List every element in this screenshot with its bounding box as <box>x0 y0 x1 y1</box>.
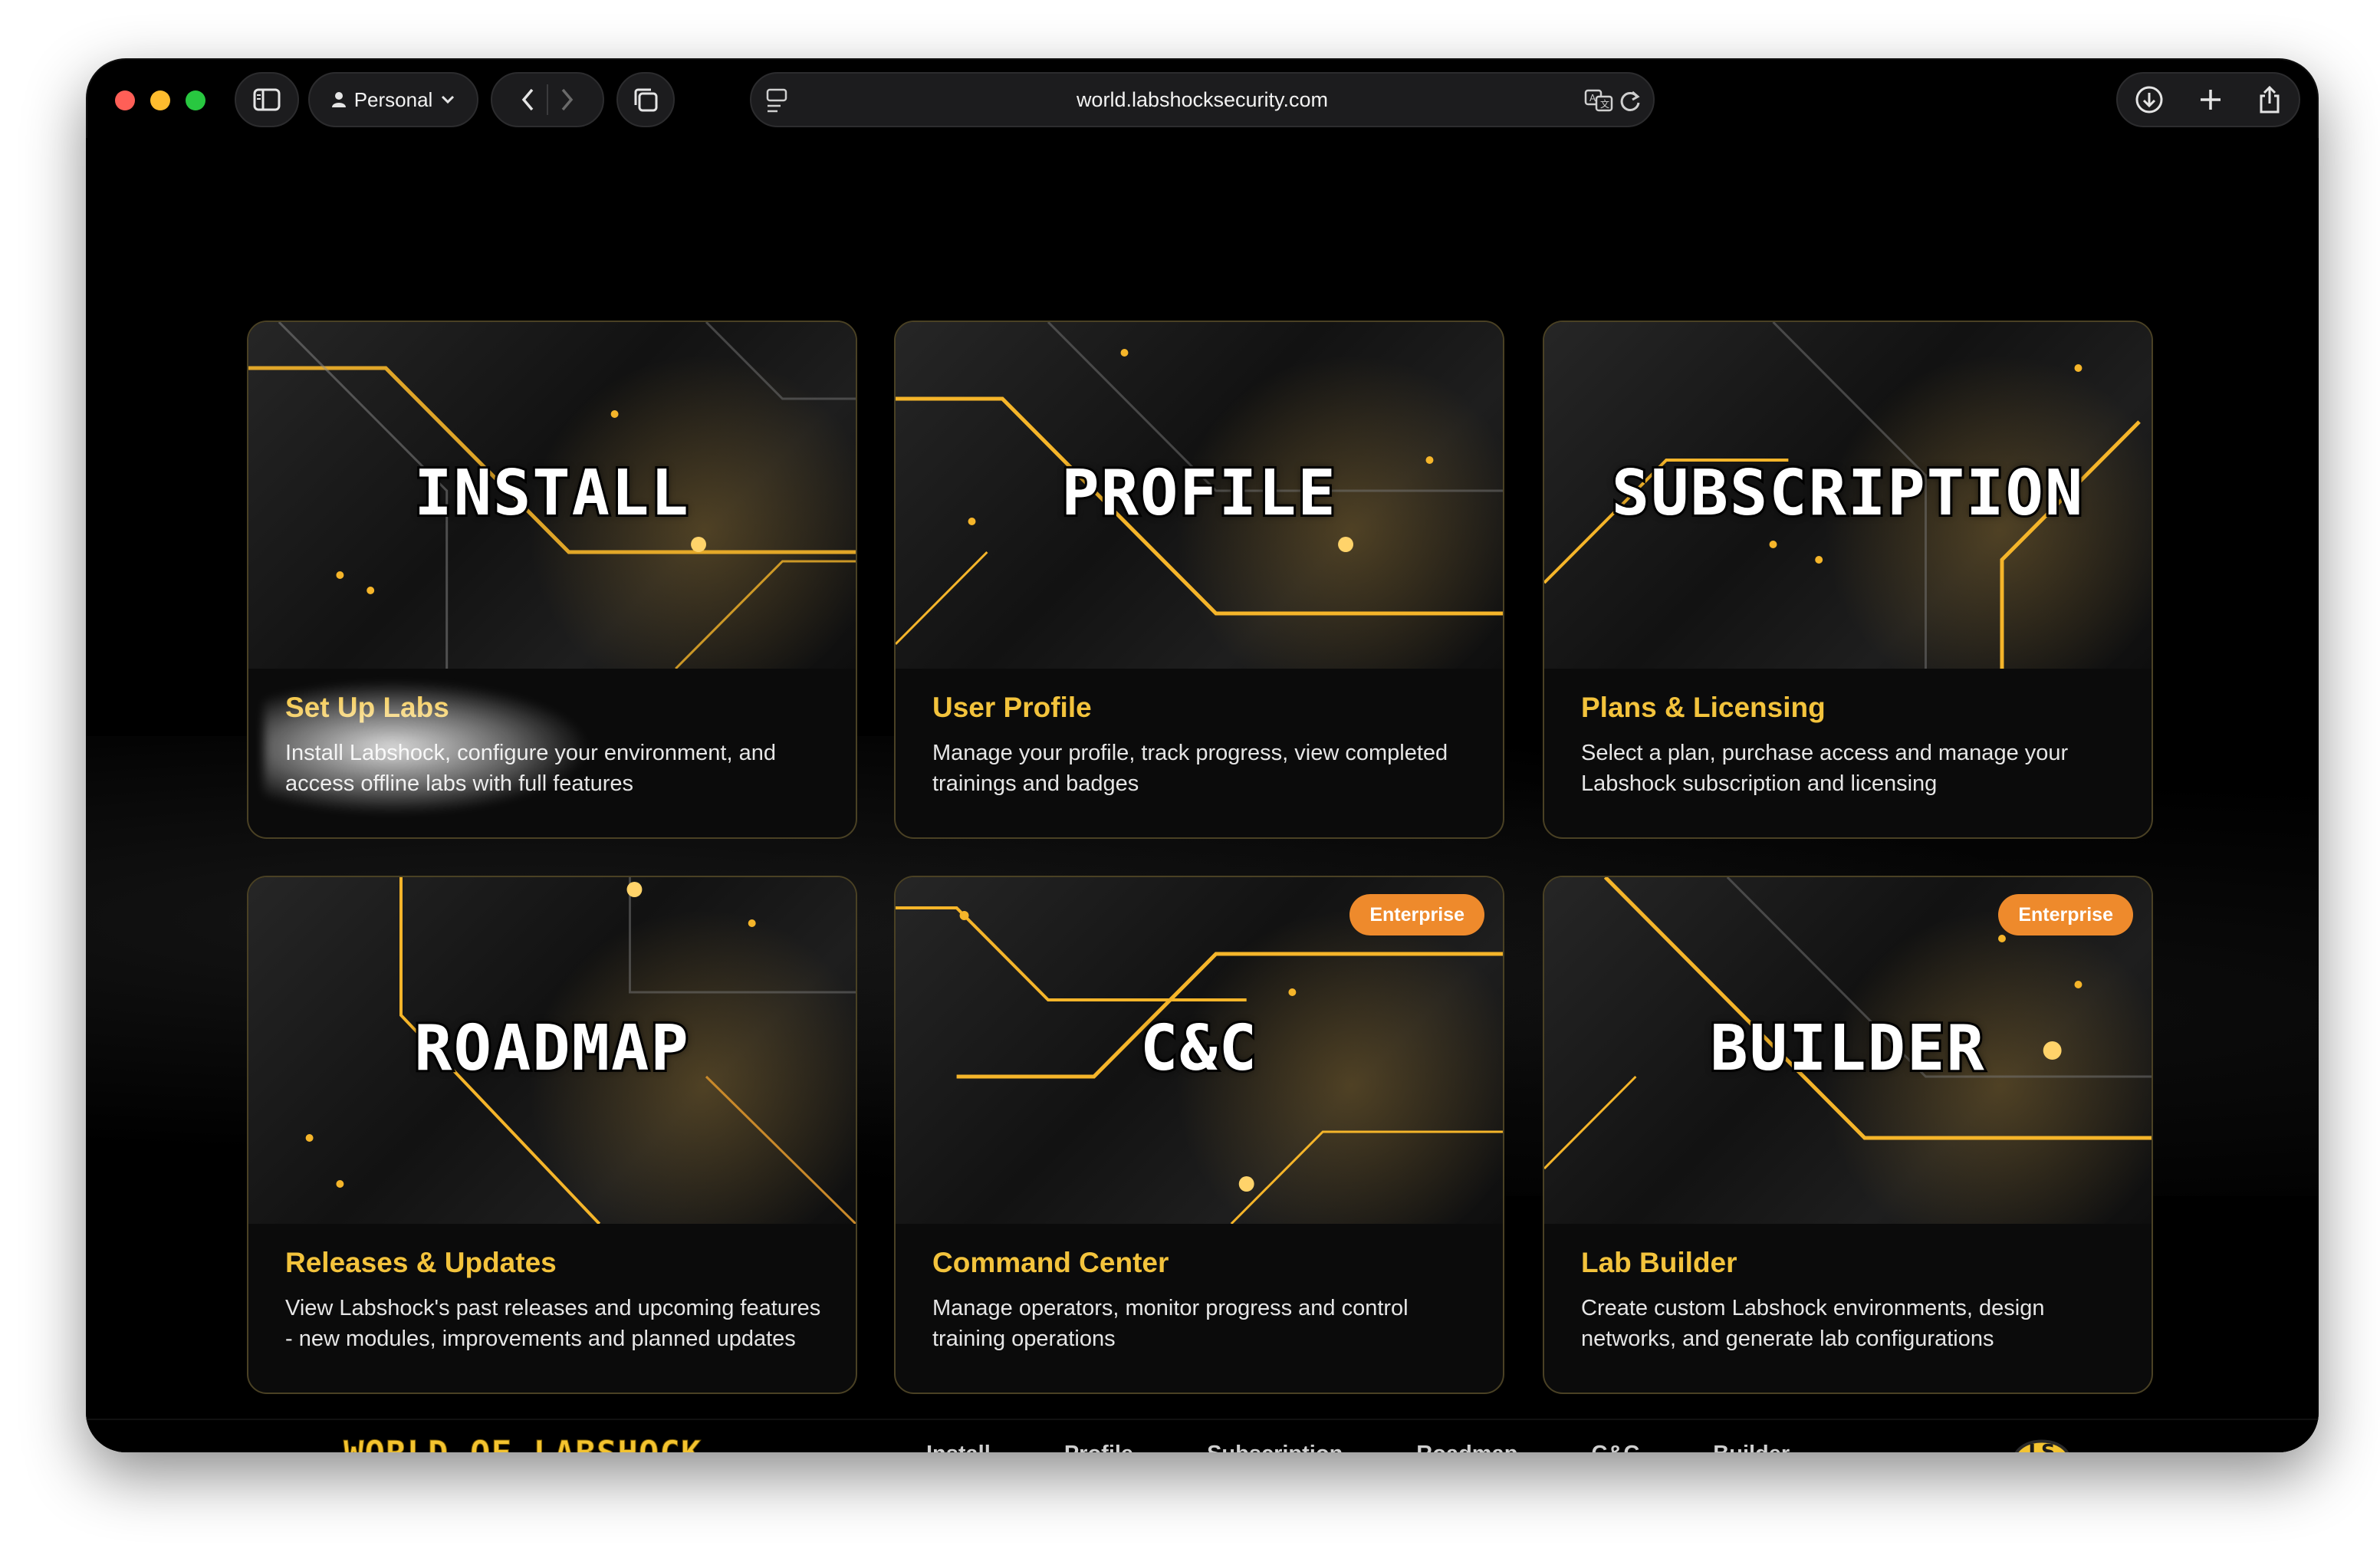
enterprise-badge: Enterprise <box>1998 894 2133 935</box>
footer-link-builder[interactable]: Builder <box>1713 1442 1790 1452</box>
svg-text:A: A <box>1589 93 1596 104</box>
card-description: Install Labshock, configure your environ… <box>285 741 776 796</box>
card-subtitle: Releases & Updates <box>285 1247 557 1278</box>
card-image: ROADMAP <box>248 877 856 1224</box>
svg-text:文: 文 <box>1600 98 1609 110</box>
address-bar[interactable]: world.labshocksecurity.com A文 <box>750 72 1655 127</box>
close-window-button[interactable] <box>115 90 135 110</box>
new-tab-icon[interactable] <box>2198 87 2223 112</box>
back-icon[interactable] <box>521 87 536 112</box>
sidebar-toggle-button[interactable] <box>235 72 299 127</box>
download-icon[interactable] <box>2135 85 2164 114</box>
translate-icon[interactable]: A文 <box>1584 87 1613 117</box>
page-content: INSTALL Set Up Labs Install Labshock, co… <box>86 138 2319 1452</box>
reload-icon[interactable] <box>1618 87 1642 117</box>
person-icon <box>331 90 347 109</box>
logo-monogram: LS <box>2028 1441 2055 1452</box>
card-title: PROFILE <box>1059 455 1338 532</box>
enterprise-badge: Enterprise <box>1349 894 1484 935</box>
card-title: ROADMAP <box>412 1010 691 1087</box>
footer-link-profile[interactable]: Profile <box>1064 1442 1133 1452</box>
card-image: PROFILE <box>896 322 1503 669</box>
footer-link-install[interactable]: Install <box>926 1442 991 1452</box>
chevron-down-icon <box>440 94 455 105</box>
card-subtitle: Plans & Licensing <box>1581 692 1826 723</box>
card-builder[interactable]: BUILDER Enterprise Lab Builder Create cu… <box>1543 876 2153 1394</box>
site-footer: WORLD OF LABSHOCK Install Profile Subscr… <box>86 1419 2319 1452</box>
tabs-icon <box>633 87 659 113</box>
card-description: Select a plan, purchase access and manag… <box>1581 741 2069 796</box>
share-icon[interactable] <box>2257 85 2282 114</box>
browser-toolbar: Personal world.labshocksecurity.com A 文 <box>86 58 2319 138</box>
browser-window: Personal world.labshocksecurity.com A 文 … <box>86 58 2319 1452</box>
card-roadmap[interactable]: ROADMAP Releases & Updates View Labshock… <box>247 876 857 1394</box>
profile-button[interactable]: Personal <box>308 72 478 127</box>
footer-link-subscription[interactable]: Subscription <box>1207 1442 1343 1452</box>
minimize-window-button[interactable] <box>150 90 170 110</box>
card-description: Create custom Labshock environments, des… <box>1581 1296 2045 1351</box>
labshock-logo-icon[interactable]: LS <box>2000 1420 2084 1452</box>
card-title: SUBSCRIPTION <box>1609 455 2085 532</box>
card-title: INSTALL <box>412 455 691 532</box>
sidebar-icon <box>253 88 281 111</box>
card-image: SUBSCRIPTION <box>1544 322 2152 669</box>
card-subtitle: Command Center <box>932 1247 1169 1278</box>
site-logo[interactable]: WORLD OF LABSHOCK <box>343 1434 702 1453</box>
toolbar-right-group <box>2116 72 2300 127</box>
card-cc[interactable]: C&C Enterprise Command Center Manage ope… <box>894 876 1504 1394</box>
card-description: Manage operators, monitor progress and c… <box>932 1296 1409 1351</box>
card-title: BUILDER <box>1708 1010 1987 1087</box>
footer-link-roadmap[interactable]: Roadmap <box>1416 1442 1517 1452</box>
zoom-window-button[interactable] <box>186 90 205 110</box>
card-subtitle: Lab Builder <box>1581 1247 1737 1278</box>
card-image: INSTALL <box>248 322 856 669</box>
navigation-buttons <box>491 72 604 127</box>
url-text: world.labshocksecurity.com <box>1076 88 1329 111</box>
card-profile[interactable]: PROFILE User Profile Manage your profile… <box>894 321 1504 839</box>
card-subscription[interactable]: SUBSCRIPTION Plans & Licensing Select a … <box>1543 321 2153 839</box>
card-subtitle: User Profile <box>932 692 1092 723</box>
card-description: View Labshock's past releases and upcomi… <box>285 1296 821 1351</box>
card-install[interactable]: INSTALL Set Up Labs Install Labshock, co… <box>247 321 857 839</box>
card-description: Manage your profile, track progress, vie… <box>932 741 1448 796</box>
footer-nav: Install Profile Subscription Roadmap C&C… <box>926 1442 1863 1452</box>
forward-icon[interactable] <box>559 87 574 112</box>
footer-link-cc[interactable]: C&C <box>1591 1442 1639 1452</box>
card-title: C&C <box>1138 1010 1259 1087</box>
profile-label: Personal <box>353 87 433 111</box>
tab-overview-button[interactable] <box>616 72 675 127</box>
card-subtitle: Set Up Labs <box>285 692 449 723</box>
